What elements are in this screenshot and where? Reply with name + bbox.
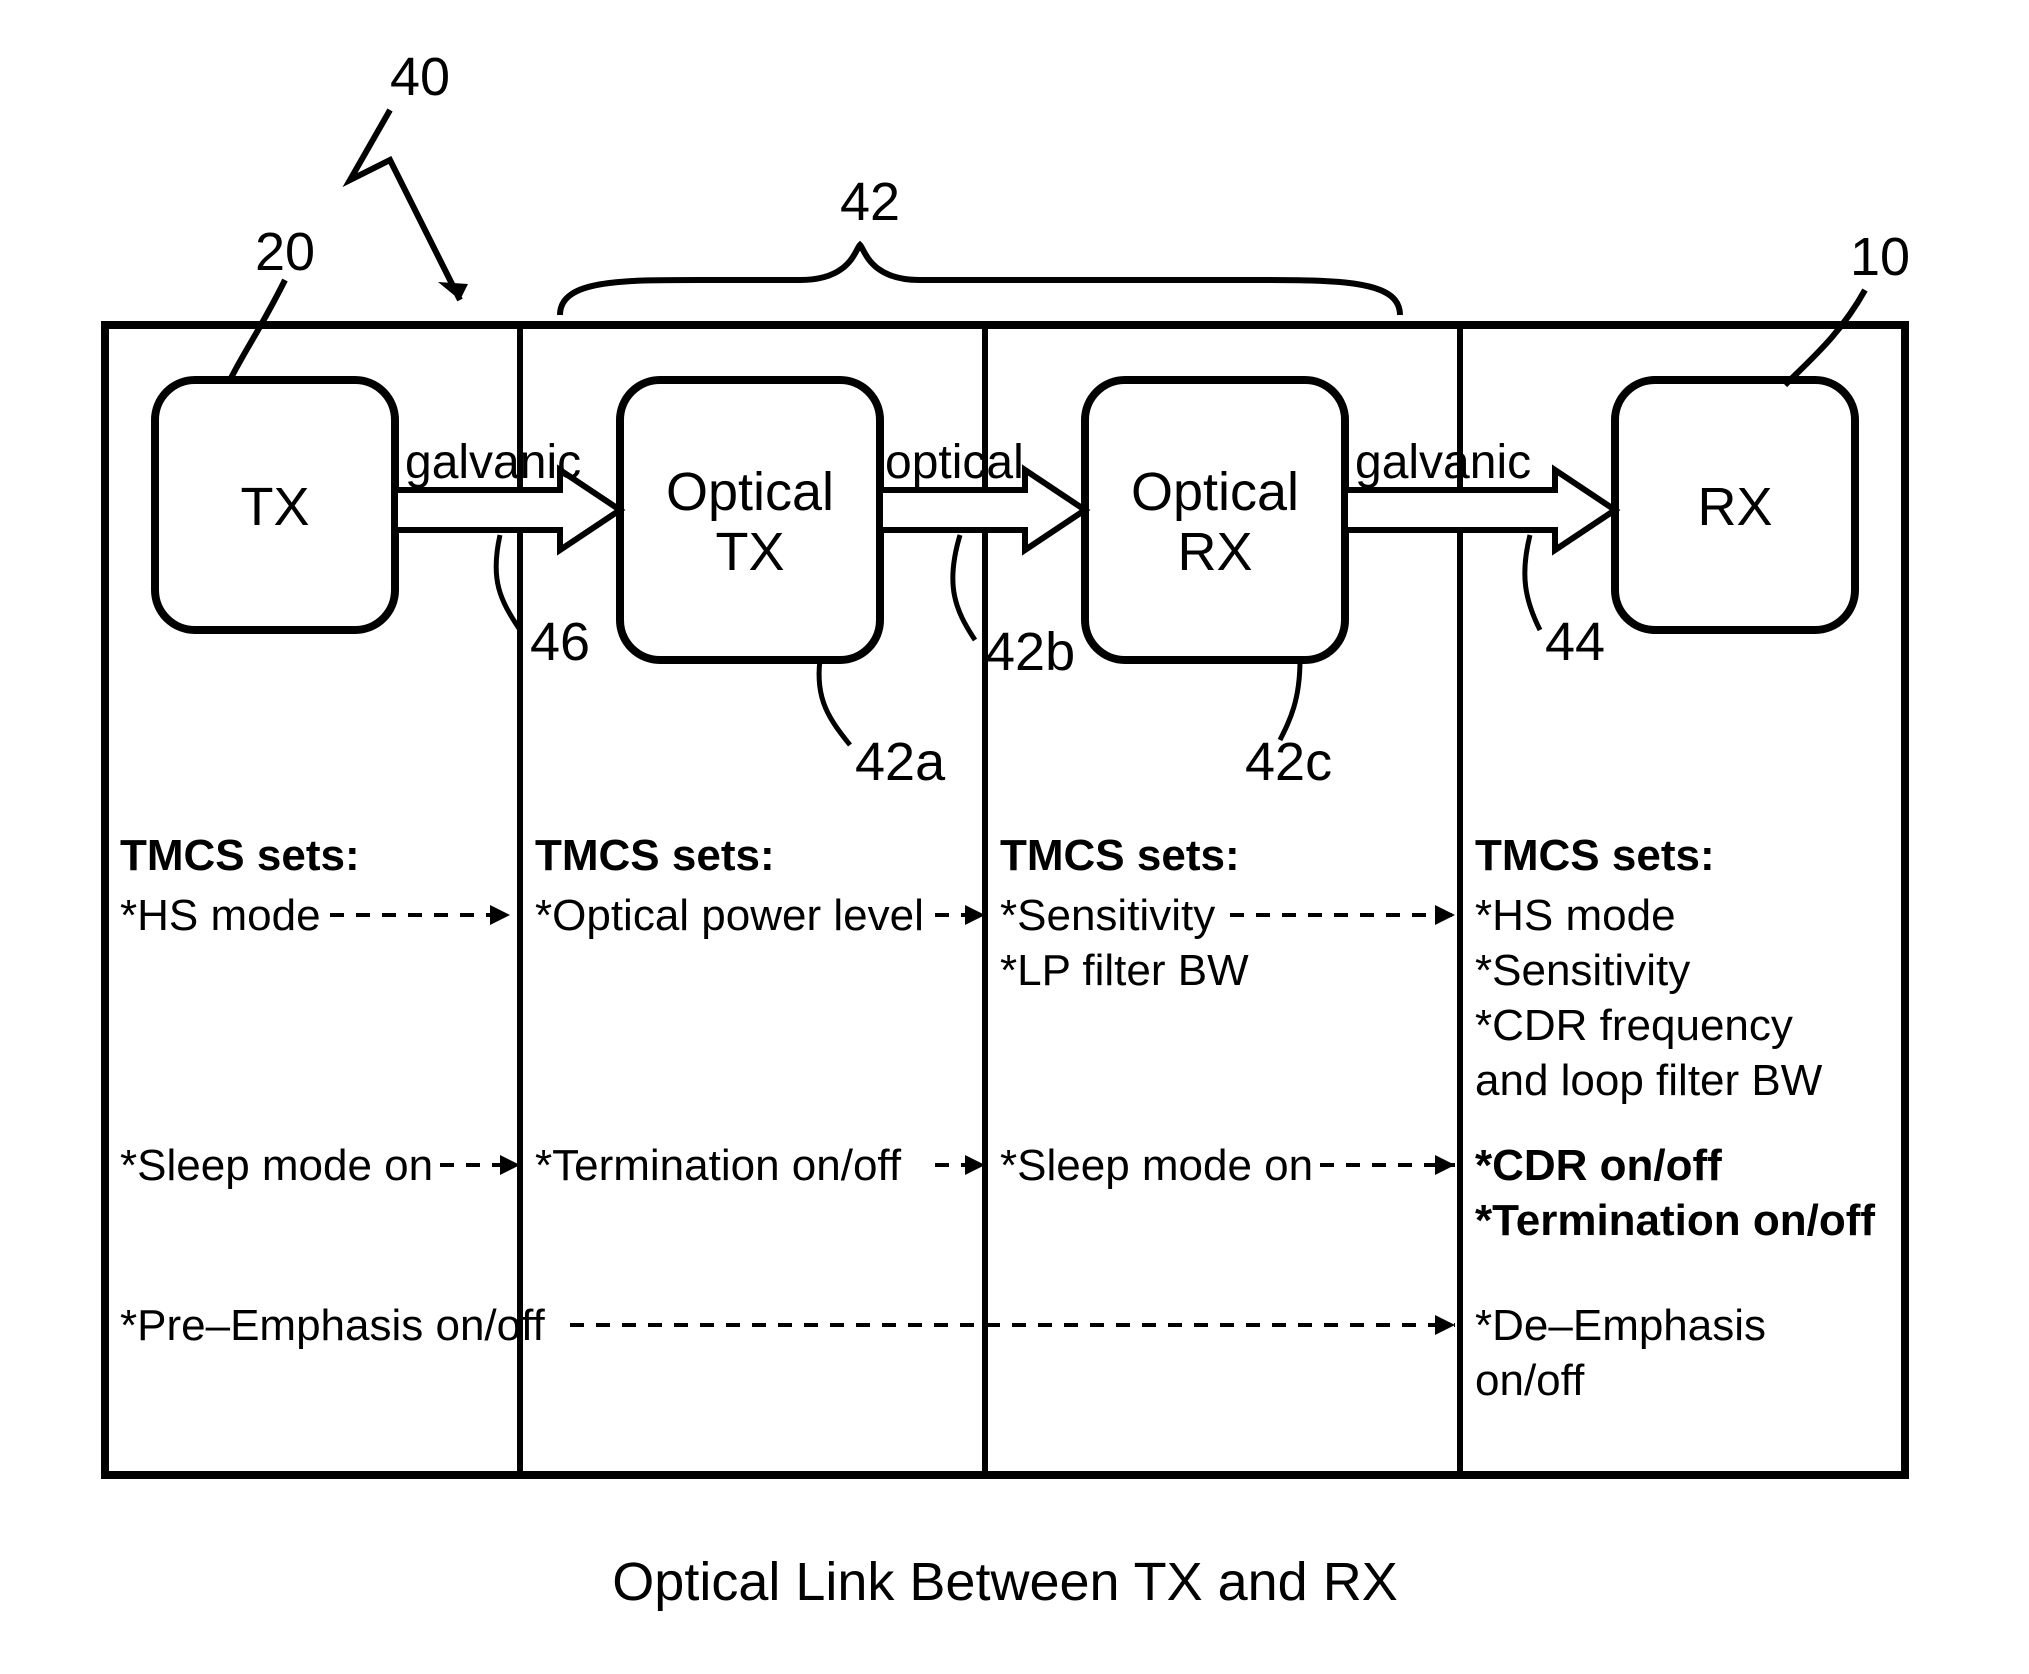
figure-caption: Optical Link Between TX and RX xyxy=(612,1552,1397,1612)
col4-r3a: *De–Emphasis xyxy=(1475,1301,1766,1350)
tmcs-header-2: TMCS sets: xyxy=(535,831,775,880)
leader-44 xyxy=(1525,535,1540,630)
tx-label: TX xyxy=(240,477,309,537)
col4-r1b: *Sensitivity xyxy=(1475,946,1690,995)
col4-r1a: *HS mode xyxy=(1475,891,1676,940)
col1-r2: *Sleep mode on xyxy=(120,1141,433,1190)
col2-r2: *Termination on/off xyxy=(535,1141,902,1190)
col4-r2b: *Termination on/off xyxy=(1475,1196,1875,1245)
dash-r2-c-head xyxy=(1435,1155,1455,1175)
tmcs-header-4: TMCS sets: xyxy=(1475,831,1715,880)
optical-tx-label-2: TX xyxy=(715,522,784,582)
col4-r3b: on/off xyxy=(1475,1356,1585,1405)
col4-r1d: and loop filter BW xyxy=(1475,1056,1823,1105)
label-40: 40 xyxy=(390,47,450,107)
arrow-optical-label: optical xyxy=(885,436,1024,489)
rx-label: RX xyxy=(1697,477,1772,537)
col1-r3: *Pre–Emphasis on/off xyxy=(120,1301,546,1350)
leader-42a xyxy=(819,660,850,745)
leader-10 xyxy=(1785,290,1865,385)
dash-r1-c-head xyxy=(1435,905,1455,925)
col3-r1a: *Sensitivity xyxy=(1000,891,1215,940)
arrow-galvanic-left-label: galvanic xyxy=(405,436,581,489)
label-46: 46 xyxy=(530,612,590,672)
optical-rx-label-1: Optical xyxy=(1131,462,1299,522)
brace-42 xyxy=(560,245,1400,315)
optical-tx-label-1: Optical xyxy=(666,462,834,522)
leader-46 xyxy=(496,535,520,630)
label-42c: 42c xyxy=(1245,732,1332,792)
label-10: 10 xyxy=(1850,227,1910,287)
col4-r1c: *CDR frequency xyxy=(1475,1001,1793,1050)
leader-40 xyxy=(350,110,460,300)
label-44: 44 xyxy=(1545,612,1605,672)
label-42: 42 xyxy=(840,172,900,232)
label-42b: 42b xyxy=(985,622,1075,682)
dash-r1-a-head xyxy=(490,905,510,925)
col3-r1b: *LP filter BW xyxy=(1000,946,1249,995)
col3-r2: *Sleep mode on xyxy=(1000,1141,1313,1190)
leader-42c xyxy=(1280,660,1300,740)
dash-r3-head xyxy=(1435,1315,1455,1335)
label-20: 20 xyxy=(255,222,315,282)
diagram-svg: 40 42 20 10 TX Optical TX Optical RX RX … xyxy=(0,0,2029,1674)
label-42a: 42a xyxy=(855,732,946,792)
arrow-galvanic-right-label: galvanic xyxy=(1355,436,1531,489)
col4-r2a: *CDR on/off xyxy=(1475,1141,1722,1190)
optical-rx-label-2: RX xyxy=(1177,522,1252,582)
col1-r1: *HS mode xyxy=(120,891,321,940)
leader-42b xyxy=(953,535,975,640)
col2-r1: *Optical power level xyxy=(535,891,924,940)
tmcs-header-1: TMCS sets: xyxy=(120,831,360,880)
leader-20 xyxy=(230,280,285,380)
leader-40-arrowhead xyxy=(438,282,468,300)
tmcs-header-3: TMCS sets: xyxy=(1000,831,1240,880)
